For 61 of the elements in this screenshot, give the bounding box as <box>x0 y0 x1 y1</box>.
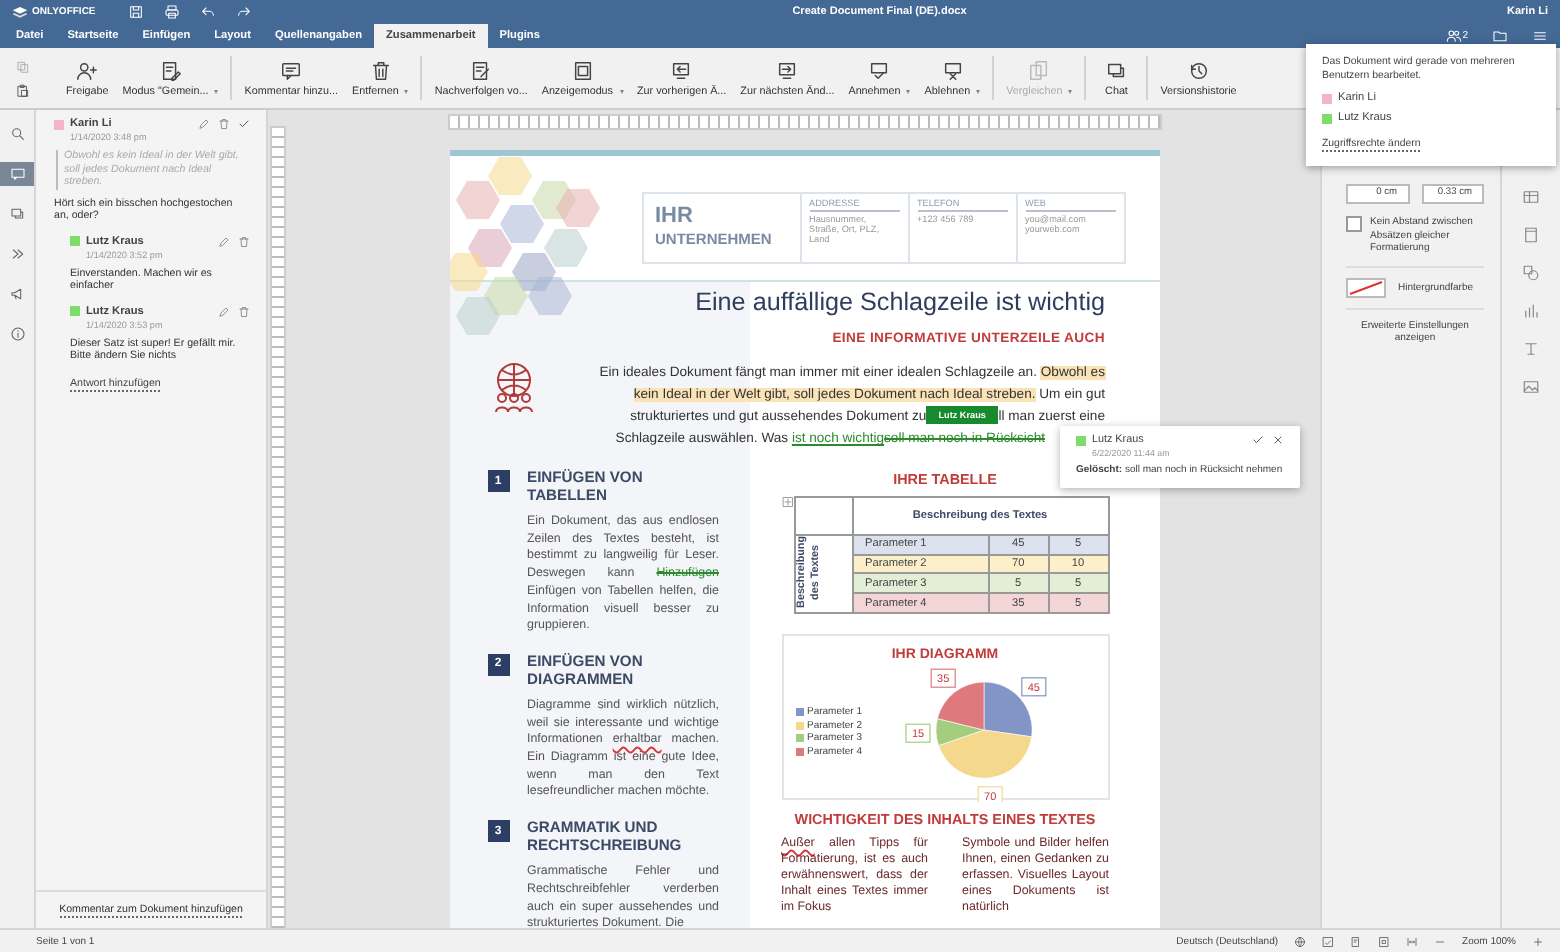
info-icon <box>9 326 25 342</box>
checkmark-icon <box>868 59 891 81</box>
page-icon[interactable] <box>1522 226 1540 244</box>
comment-icon <box>9 166 25 182</box>
chevrons-icon <box>9 246 25 262</box>
copy-icon[interactable] <box>16 59 30 73</box>
image-icon[interactable] <box>1522 378 1540 396</box>
pencil-icon[interactable] <box>198 118 210 130</box>
legend-swatch <box>795 708 803 717</box>
headline: Eine auffällige Schlagzeile ist wichtig <box>693 286 1107 316</box>
menu-icon[interactable] <box>1532 28 1548 44</box>
table-icon[interactable] <box>1522 188 1540 206</box>
add-user-icon <box>76 59 99 81</box>
arrow-left-icon <box>670 59 693 81</box>
comment-icon <box>280 59 303 81</box>
legend-swatch <box>795 734 803 743</box>
clock-icon <box>1187 59 1210 81</box>
close-icon[interactable] <box>1272 434 1284 446</box>
checkmark-icon[interactable] <box>238 118 250 130</box>
trash-icon[interactable] <box>238 235 250 247</box>
pencil-icon[interactable] <box>218 235 230 247</box>
pencil-icon[interactable] <box>218 305 230 317</box>
document-edit-icon <box>159 59 182 81</box>
checkmark-icon[interactable] <box>1252 434 1264 446</box>
trash-icon[interactable] <box>218 118 230 130</box>
track-changes-icon[interactable] <box>1350 935 1363 947</box>
checkbox[interactable] <box>1346 216 1362 232</box>
chat-icon <box>9 206 25 222</box>
cross-icon <box>941 59 964 81</box>
fit-width-icon[interactable] <box>1406 935 1419 947</box>
redo-icon[interactable] <box>236 4 252 20</box>
trash-icon[interactable] <box>238 305 250 317</box>
arrow-right-icon <box>776 59 799 81</box>
sidebar-button[interactable] <box>0 162 34 186</box>
document-pencil-icon <box>470 59 493 81</box>
legend-swatch <box>795 721 803 730</box>
company-name: IHR <box>655 204 695 228</box>
move-handle-icon[interactable] <box>781 496 793 508</box>
no-color-icon <box>1348 279 1384 295</box>
zoom-out-icon[interactable] <box>1434 935 1447 947</box>
save-icon[interactable] <box>128 4 144 20</box>
zoom-in-icon[interactable] <box>1532 935 1544 947</box>
megaphone-icon <box>9 286 25 302</box>
bar-chart-icon[interactable] <box>1522 302 1540 320</box>
documents-icon <box>1028 59 1051 81</box>
document-view-icon <box>571 59 594 81</box>
paste-icon[interactable] <box>16 83 30 97</box>
trash-icon <box>369 59 392 81</box>
undo-icon[interactable] <box>200 4 216 20</box>
spellcheck-icon[interactable] <box>1322 935 1335 947</box>
fit-page-icon[interactable] <box>1378 935 1391 947</box>
color-swatch[interactable] <box>1346 277 1386 297</box>
folder-icon[interactable] <box>1492 28 1508 44</box>
text-art-icon[interactable] <box>1522 340 1540 358</box>
logo-icon <box>12 5 28 19</box>
chat-icon <box>1105 59 1128 81</box>
globe-icon[interactable] <box>1294 935 1307 947</box>
shapes-icon[interactable] <box>1522 264 1540 282</box>
legend-swatch <box>795 747 803 756</box>
search-icon <box>9 126 25 142</box>
print-icon[interactable] <box>164 4 180 20</box>
